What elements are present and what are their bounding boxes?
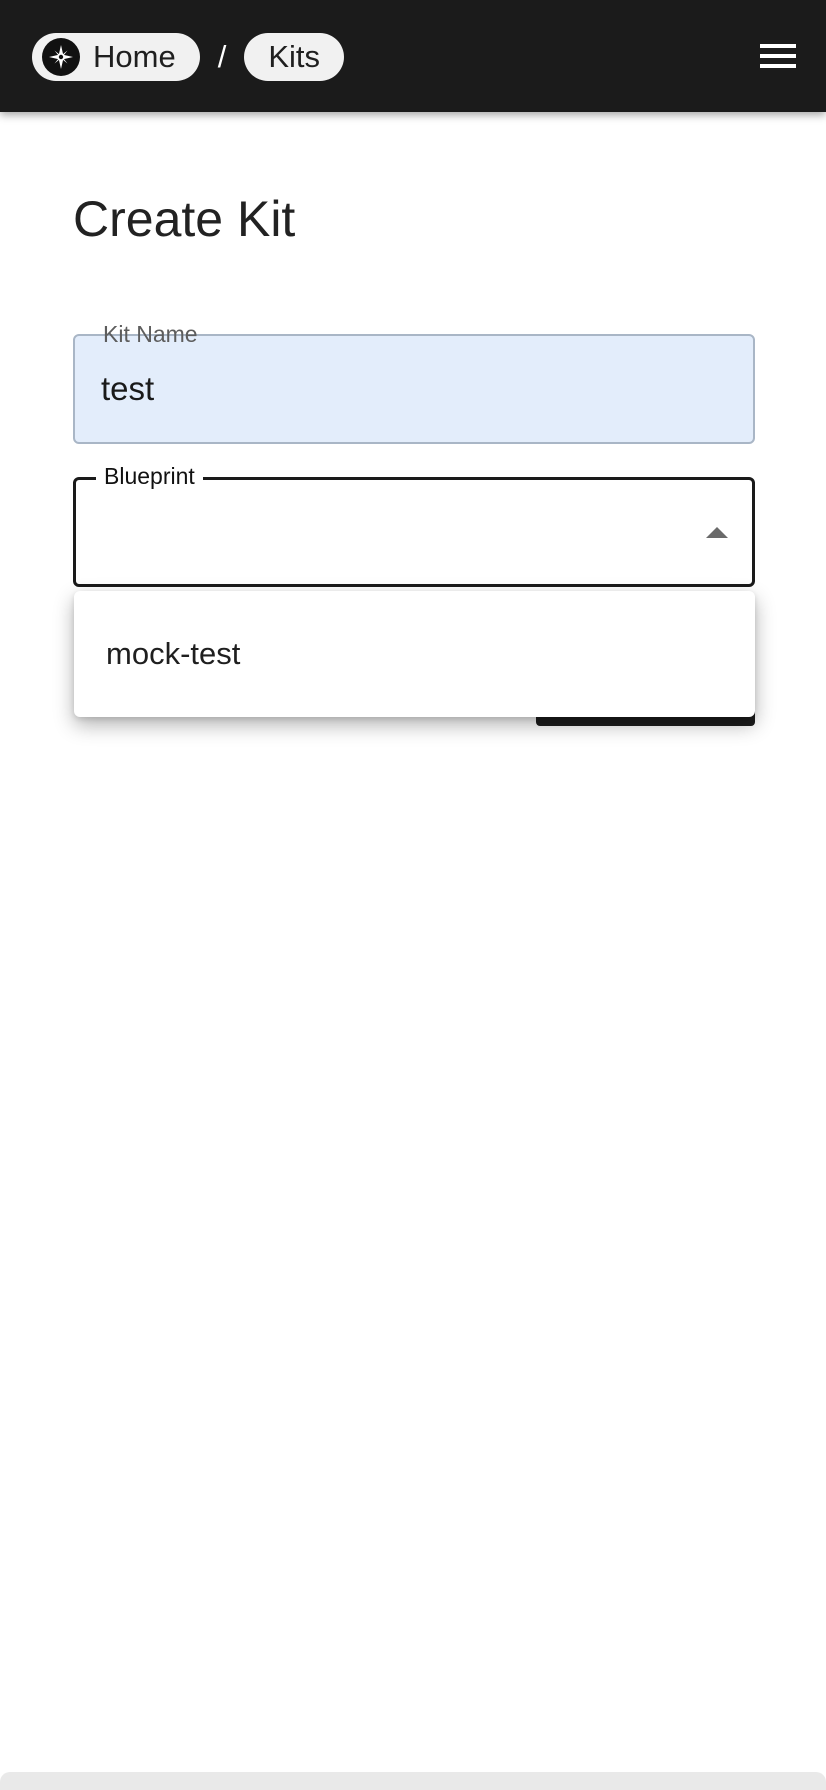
breadcrumb: Home / Kits	[32, 33, 345, 81]
kit-name-input[interactable]	[101, 370, 701, 408]
hamburger-menu-icon[interactable]	[758, 40, 798, 72]
caret-up-icon[interactable]	[706, 527, 728, 538]
breadcrumb-separator: /	[217, 39, 227, 74]
blueprint-select[interactable]: Blueprint	[73, 462, 755, 587]
kit-name-label: Kit Name	[95, 320, 206, 348]
blueprint-option[interactable]: mock-test	[74, 591, 755, 717]
kit-name-field[interactable]: Kit Name	[73, 320, 755, 444]
blueprint-label: Blueprint	[96, 462, 203, 490]
breadcrumb-home-label: Home	[93, 39, 176, 74]
breadcrumb-kits-label: Kits	[268, 39, 321, 74]
blueprint-options-menu: mock-test	[74, 591, 755, 717]
breadcrumb-kits-chip[interactable]: Kits	[244, 33, 345, 81]
compass-star-icon	[42, 38, 80, 76]
top-app-bar: Home / Kits	[0, 0, 826, 112]
page-title: Create Kit	[73, 191, 296, 247]
breadcrumb-home-chip[interactable]: Home	[32, 33, 200, 81]
horizontal-scrollbar[interactable]	[0, 1772, 826, 1790]
